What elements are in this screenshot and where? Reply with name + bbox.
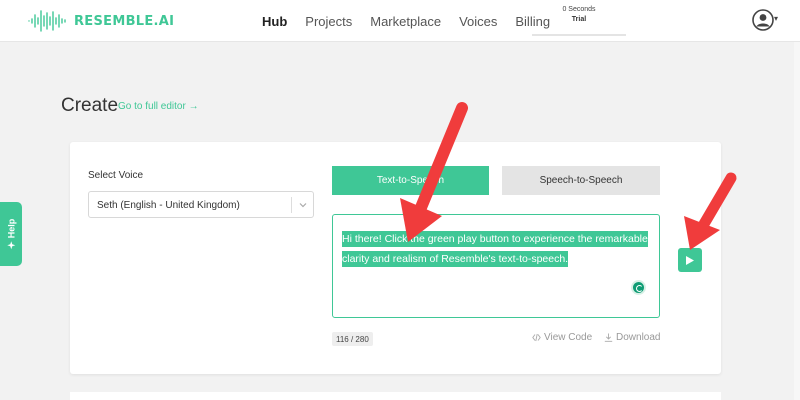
voice-label: Select Voice: [88, 170, 144, 181]
grammar-check-icon[interactable]: [631, 280, 646, 295]
brand-name: RESEMBLE.AI: [74, 13, 175, 29]
page-title: Create: [61, 95, 119, 116]
top-navbar: RESEMBLE.AI Hub Projects Marketplace Voi…: [0, 0, 800, 42]
tab-text-to-speech[interactable]: Text-to-Speech: [332, 166, 489, 195]
nav-item-marketplace[interactable]: Marketplace: [370, 14, 441, 29]
scrollbar[interactable]: [794, 42, 800, 400]
play-button[interactable]: [678, 248, 702, 272]
tab-speech-to-speech[interactable]: Speech-to-Speech: [502, 166, 660, 195]
code-icon: [532, 333, 541, 342]
voice-select-divider: [291, 197, 292, 213]
credits-seconds: 0 Seconds: [562, 6, 596, 13]
help-tab[interactable]: Help: [0, 202, 22, 266]
voice-select[interactable]: Seth (English - United Kingdom): [88, 191, 314, 218]
tts-card: Select Voice Seth (English - United King…: [70, 142, 721, 374]
brand-logo[interactable]: RESEMBLE.AI: [28, 6, 174, 36]
sparkle-icon: [7, 241, 16, 250]
nav-item-voices[interactable]: Voices: [459, 14, 497, 29]
view-code-button[interactable]: View Code: [532, 332, 592, 343]
full-editor-link[interactable]: Go to full editor →: [118, 101, 199, 112]
help-label: Help: [6, 218, 17, 239]
download-label: Download: [616, 332, 661, 343]
play-icon: [686, 255, 694, 265]
tts-text-input[interactable]: Hi there! Click the green play button to…: [332, 214, 660, 318]
nav-item-projects[interactable]: Projects: [305, 14, 352, 29]
voice-selected-value: Seth (English - United Kingdom): [97, 200, 240, 211]
main-nav: Hub Projects Marketplace Voices Billing: [262, 0, 568, 42]
view-code-label: View Code: [544, 332, 593, 343]
credits-indicator[interactable]: 0 Seconds Trial: [532, 4, 626, 36]
chevron-down-icon: [299, 203, 307, 208]
user-avatar-icon[interactable]: [752, 9, 774, 31]
nav-item-hub[interactable]: Hub: [262, 14, 287, 29]
secondary-card: [70, 392, 721, 400]
download-icon: [604, 333, 613, 342]
download-button[interactable]: Download: [604, 332, 660, 343]
waveform-logo-icon: [28, 10, 66, 32]
credits-plan: Trial: [571, 16, 587, 23]
tts-text-content: Hi there! Click the green play button to…: [342, 231, 648, 267]
user-menu-caret[interactable]: ▾: [774, 14, 778, 23]
character-count: 116 / 280: [332, 332, 373, 346]
